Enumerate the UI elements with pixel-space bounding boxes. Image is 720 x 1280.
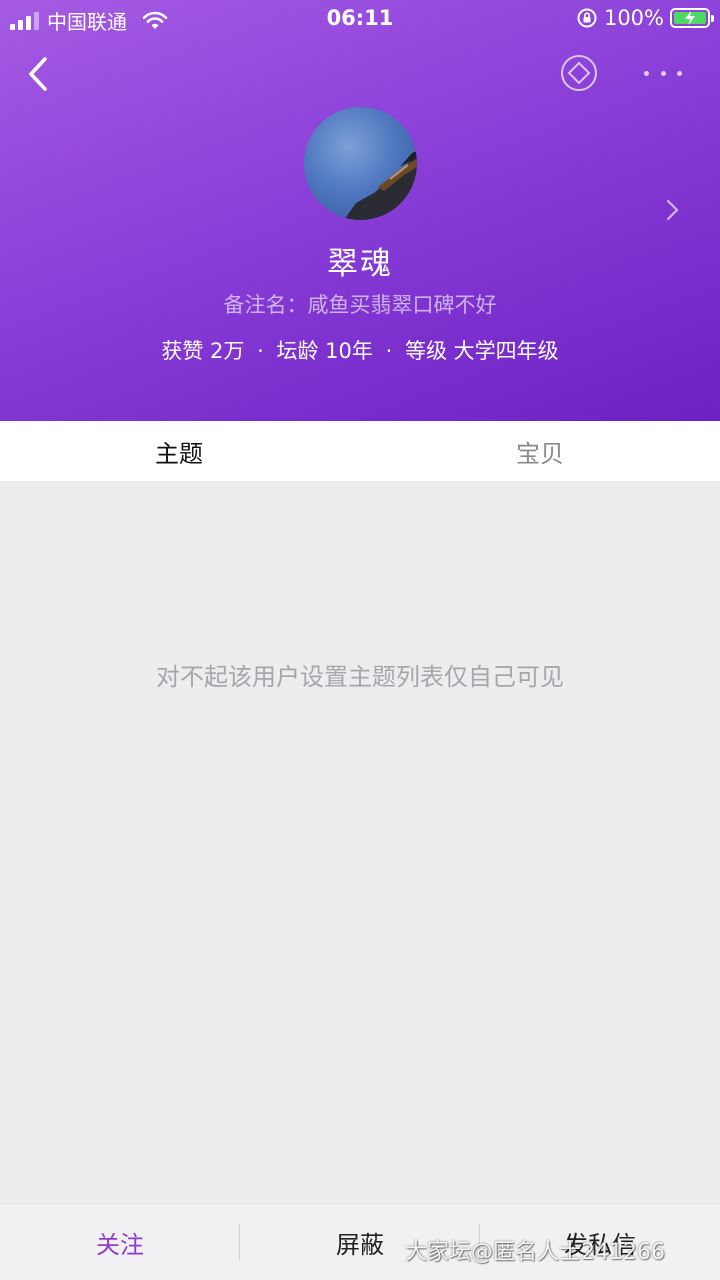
tab-topics[interactable]: 主题: [0, 421, 360, 482]
status-right: 100%: [576, 6, 714, 30]
diamond-badge-icon[interactable]: [558, 52, 600, 94]
back-arrow-icon[interactable]: [22, 52, 62, 96]
tab-topics-label: 主题: [155, 440, 203, 468]
battery-icon: [670, 8, 714, 28]
level-label: 等级: [404, 339, 447, 363]
rotation-lock-icon: [577, 8, 597, 28]
stats-separator: ·: [385, 339, 393, 363]
status-bar: 中国联通 06:11 100%: [0, 0, 720, 38]
stats-separator: ·: [257, 339, 264, 363]
level-value: 大学四年级: [453, 339, 559, 363]
more-dots-icon[interactable]: [640, 60, 686, 86]
watermark: 大家坛@匿名人士241266: [405, 1240, 665, 1265]
tab-items-label: 宝贝: [516, 440, 564, 468]
chevron-right-icon[interactable]: [662, 196, 682, 224]
avatar[interactable]: [304, 107, 417, 220]
forum-age-label: 坛龄: [276, 339, 319, 363]
likes-value: 2万: [210, 339, 245, 363]
username: 翠魂: [327, 246, 393, 282]
tab-items[interactable]: 宝贝: [360, 421, 720, 482]
remark-name[interactable]: 备注名：咸鱼买翡翠口碑不好: [0, 289, 720, 319]
profile-stats: 获赞 2万 · 坛龄 10年 · 等级 大学四年级: [0, 335, 720, 365]
empty-state-message: 对不起该用户设置主题列表仅自己可见: [156, 663, 564, 691]
forum-age-value: 10年: [325, 339, 373, 363]
likes-label: 获赞: [161, 339, 204, 363]
tab-bar: 主题 宝贝: [0, 421, 720, 482]
profile-header: 中国联通 06:11 100% 翠魂 备注名：咸鱼买翡翠口碑不好 获赞 2万 ·…: [0, 0, 720, 421]
follow-button[interactable]: 关注: [0, 1204, 240, 1280]
battery-percent: 100%: [603, 6, 664, 30]
